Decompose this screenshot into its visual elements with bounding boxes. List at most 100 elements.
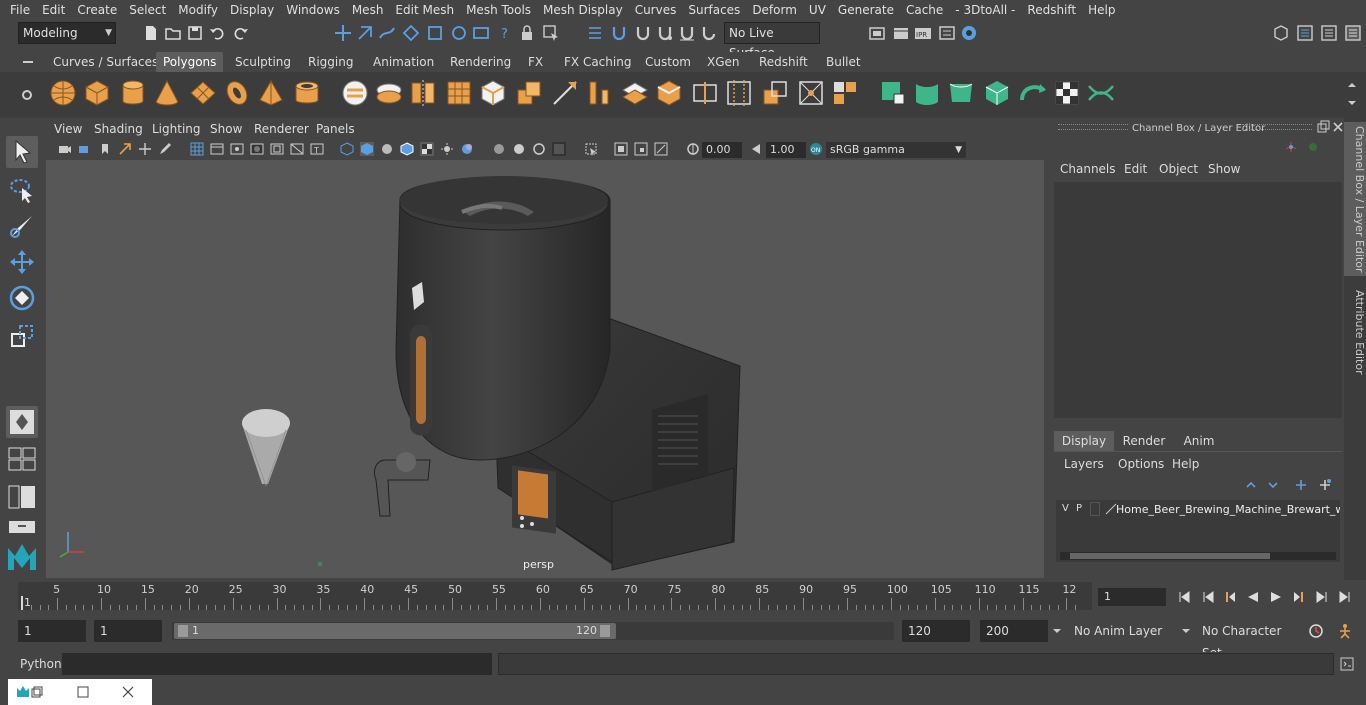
snap-curve-icon[interactable] <box>426 24 444 42</box>
menu-surfaces[interactable]: Surfaces <box>682 3 746 17</box>
color-management-icon[interactable]: ON <box>809 142 823 156</box>
shelf-tab-animation[interactable]: Animation <box>366 52 441 72</box>
collapse-icon[interactable] <box>830 78 860 108</box>
two-d-pan-zoom-icon[interactable] <box>138 142 152 156</box>
bevel-icon[interactable] <box>550 78 580 108</box>
menu-curves[interactable]: Curves <box>629 3 683 17</box>
vp-menu-lighting[interactable]: Lighting <box>152 122 201 136</box>
xray-icon[interactable] <box>492 142 506 156</box>
restore-window-icon[interactable] <box>30 685 44 699</box>
undo-icon[interactable] <box>208 24 226 42</box>
append-to-polygon-icon[interactable] <box>620 78 650 108</box>
playback-end-field[interactable]: 120 <box>902 620 970 642</box>
combine-icon[interactable] <box>340 78 370 108</box>
menu-modify[interactable]: Modify <box>172 3 224 17</box>
channel-list[interactable] <box>1054 182 1342 418</box>
script-editor-icon[interactable] <box>1340 657 1354 671</box>
bridge-icon[interactable] <box>584 78 614 108</box>
shelf-tab-xgen[interactable]: XGen <box>700 52 747 72</box>
isolate-select-icon[interactable] <box>584 142 598 156</box>
time-slider[interactable]: 5 10 15 20 25 30 35 40 45 50 55 60 65 70 75 80 85 90 95 100… <box>0 580 1366 614</box>
extrude-icon[interactable] <box>514 78 544 108</box>
reduce-icon[interactable] <box>478 78 508 108</box>
cylindrical-mapping-icon[interactable] <box>946 78 976 108</box>
lock-icon[interactable] <box>518 24 536 42</box>
side-tab-attribute-editor[interactable]: Attribute Editor <box>1344 284 1366 380</box>
bookmark-icon[interactable] <box>98 142 112 156</box>
shelf-tab-bullet[interactable]: Bullet <box>819 52 868 72</box>
menu-windows[interactable]: Windows <box>280 3 346 17</box>
select-by-object-icon[interactable] <box>356 24 374 42</box>
wireframe-icon[interactable] <box>340 142 354 156</box>
select-by-component-icon[interactable] <box>378 24 396 42</box>
shelf-tab-rendering[interactable]: Rendering <box>443 52 518 72</box>
four-pane-layout-icon[interactable] <box>6 446 38 472</box>
sew-uv-edges-icon[interactable] <box>1086 78 1116 108</box>
live-surface-field[interactable]: No Live Surface <box>724 22 820 60</box>
planar-mapping-icon[interactable] <box>912 78 942 108</box>
play-forwards-icon[interactable] <box>1269 590 1283 604</box>
side-tab-channel-box[interactable]: Channel Box / Layer Editor <box>1344 122 1366 276</box>
scale-tool-icon[interactable] <box>6 320 38 352</box>
command-input[interactable] <box>62 653 492 675</box>
open-scene-icon[interactable] <box>164 24 182 42</box>
attribute-editor-toggle-icon[interactable] <box>1296 24 1314 42</box>
menu-mesh-display[interactable]: Mesh Display <box>537 3 629 17</box>
vp-menu-renderer[interactable]: Renderer <box>254 122 309 136</box>
scene-end-field[interactable]: 200 <box>980 620 1048 642</box>
menu-select[interactable]: Select <box>123 3 172 17</box>
shelf-tab-rigging[interactable]: Rigging <box>301 52 360 72</box>
panel-drag-handle[interactable] <box>1058 124 1128 130</box>
vp-menu-view[interactable]: View <box>54 122 82 136</box>
hypershade-icon[interactable] <box>960 24 978 42</box>
mode-selector[interactable]: Modeling ▼ <box>18 22 116 44</box>
layer-menu-help[interactable]: Help <box>1172 457 1199 471</box>
use-all-lights-icon[interactable] <box>440 142 454 156</box>
menu-generate[interactable]: Generate <box>832 3 900 17</box>
shelf-tab-redshift[interactable]: Redshift <box>752 52 815 72</box>
ambient-occlusion-icon[interactable] <box>552 142 566 156</box>
shelf-menu-icon[interactable] <box>21 55 35 69</box>
manipulator-icon[interactable] <box>1284 140 1298 154</box>
move-tool-icon[interactable] <box>6 246 38 278</box>
move-layer-up-icon[interactable] <box>1244 478 1258 492</box>
ipr-render-icon[interactable]: IPR <box>914 24 932 42</box>
menu-deform[interactable]: Deform <box>746 3 803 17</box>
gate-mask-icon[interactable] <box>250 142 264 156</box>
shelf-scroll-up-icon[interactable] <box>1345 78 1359 92</box>
command-language-label[interactable]: Python <box>20 657 62 671</box>
target-weld-icon[interactable] <box>796 78 826 108</box>
snap-live-icon[interactable]: ? <box>496 24 514 42</box>
time-ruler[interactable]: 5 10 15 20 25 30 35 40 45 50 55 60 65 70 75 80 85 90 95 100… <box>18 582 1092 610</box>
shelf-tab-fx[interactable]: FX <box>521 52 550 72</box>
menu-cache[interactable]: Cache <box>900 3 949 17</box>
film-gate-icon[interactable] <box>210 142 224 156</box>
animation-preferences-icon[interactable] <box>1336 622 1354 640</box>
construction-history-icon[interactable] <box>586 24 604 42</box>
menu-help[interactable]: Help <box>1082 3 1121 17</box>
snap-view-plane-icon[interactable] <box>472 24 490 42</box>
cb-menu-object[interactable]: Object <box>1159 162 1198 176</box>
shelf-options-gear-icon[interactable] <box>20 88 34 102</box>
snap-point-icon[interactable] <box>450 24 468 42</box>
shelf-tab-polygons[interactable]: Polygons <box>156 52 224 72</box>
default-material-icon[interactable] <box>380 142 394 156</box>
range-slider-thumb[interactable]: 1 120 <box>174 623 616 639</box>
insert-edge-loop-icon[interactable] <box>690 78 720 108</box>
shelf-tab-sculpting[interactable]: Sculpting <box>228 52 298 72</box>
gamma-field[interactable]: 1.00 <box>766 142 806 158</box>
exposure-icon[interactable] <box>686 142 700 156</box>
cb-menu-show[interactable]: Show <box>1208 162 1240 176</box>
poly-torus-icon[interactable] <box>222 78 252 108</box>
chevron-down-icon[interactable] <box>1050 624 1064 638</box>
menu-uv[interactable]: UV <box>803 3 832 17</box>
magnet-icon[interactable] <box>610 24 628 42</box>
shelf-scroll-down-icon[interactable] <box>1345 96 1359 110</box>
menu-edit[interactable]: Edit <box>36 3 71 17</box>
vp-menu-show[interactable]: Show <box>210 122 242 136</box>
collapse-toolbox-icon[interactable] <box>6 518 38 536</box>
auto-key-icon[interactable] <box>1307 622 1325 640</box>
range-start-handle[interactable] <box>178 625 188 637</box>
select-tool-icon[interactable] <box>6 136 38 168</box>
character-set-dropdown[interactable]: No Character Set <box>1196 620 1296 660</box>
